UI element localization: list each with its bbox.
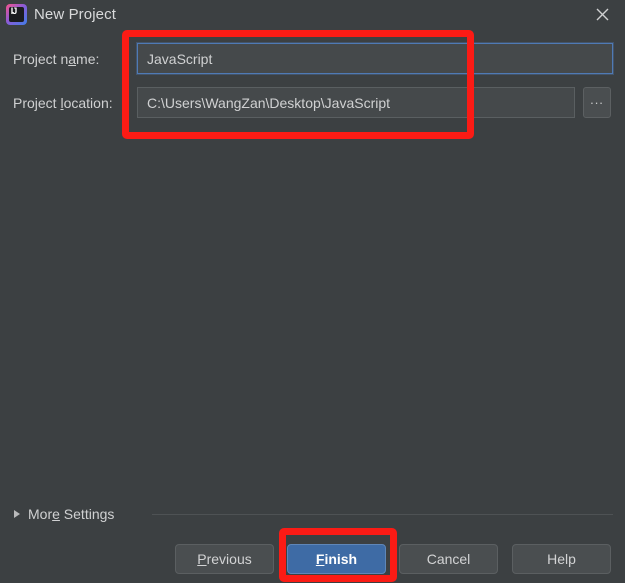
project-location-value: C:\Users\WangZan\Desktop\JavaScript	[147, 94, 391, 111]
project-name-label-mnemonic: a	[68, 51, 77, 67]
project-name-label: Project name:	[13, 51, 99, 67]
more-settings-label: More Settings	[28, 506, 114, 522]
more-settings-toggle[interactable]: More Settings	[14, 503, 114, 525]
title-bar: IJ New Project	[0, 0, 625, 29]
previous-button[interactable]: Previous	[175, 544, 274, 574]
project-name-label-text: Project n	[13, 51, 69, 67]
intellij-idea-icon: IJ	[6, 4, 27, 25]
ellipsis-icon: ...	[590, 91, 604, 107]
project-name-value: JavaScript	[147, 50, 213, 67]
project-location-label-text: Project	[13, 95, 61, 111]
chevron-right-icon	[14, 510, 20, 518]
project-location-input[interactable]: C:\Users\WangZan\Desktop\JavaScript	[137, 87, 575, 118]
project-name-input[interactable]: JavaScript	[137, 43, 613, 74]
project-name-label-tail: me:	[76, 51, 100, 67]
cancel-button[interactable]: Cancel	[399, 544, 498, 574]
help-button[interactable]: Help	[512, 544, 611, 574]
more-settings-label-mnemonic: e	[52, 506, 60, 522]
more-settings-divider	[152, 514, 613, 515]
previous-button-label-tail: revious	[206, 551, 252, 567]
window-title: New Project	[34, 6, 116, 23]
project-location-label-tail: ocation:	[63, 95, 113, 111]
finish-button-label-tail: inish	[324, 551, 358, 567]
more-settings-label-text: Mor	[28, 506, 53, 522]
more-settings-label-tail: Settings	[59, 506, 115, 522]
help-button-label: Help	[547, 551, 576, 567]
finish-button[interactable]: Finish	[287, 544, 386, 574]
previous-button-mnemonic: P	[197, 551, 207, 567]
finish-button-mnemonic: F	[315, 551, 325, 567]
browse-folder-button[interactable]: ...	[583, 87, 611, 118]
cancel-button-label: Cancel	[426, 551, 471, 567]
project-location-label: Project location:	[13, 95, 113, 111]
close-icon[interactable]	[579, 0, 625, 29]
new-project-dialog: IJ New Project Project name: JavaScript …	[0, 0, 625, 583]
